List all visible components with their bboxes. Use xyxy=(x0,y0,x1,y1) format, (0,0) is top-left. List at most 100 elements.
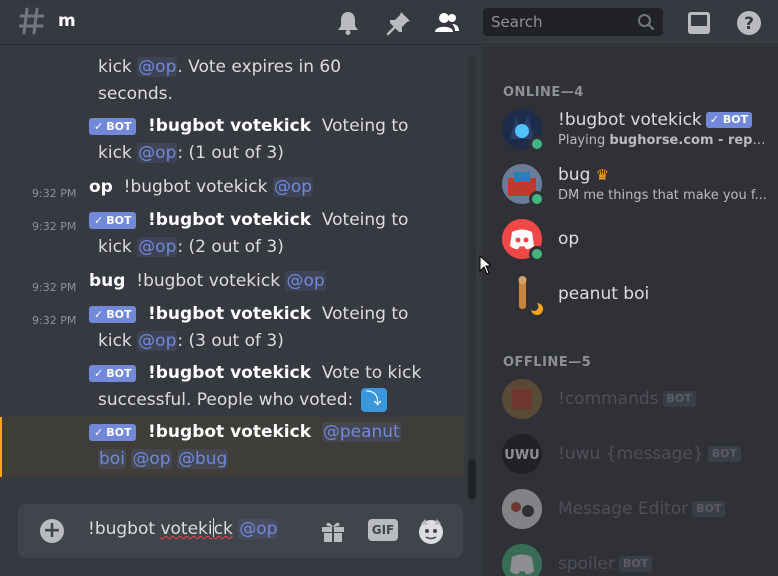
avatar: UWU xyxy=(502,434,542,474)
message-text: Voteing to xyxy=(321,210,409,230)
member-item-offline[interactable]: Message Editor BOT xyxy=(482,489,778,541)
arrow-down-emoji-icon[interactable]: ⤵ xyxy=(360,388,387,412)
message-text: kick @op: (1 out of 3) xyxy=(98,143,284,163)
message-author[interactable]: op xyxy=(89,177,113,197)
channel-hash-icon xyxy=(19,7,45,35)
pin-icon[interactable] xyxy=(386,10,412,36)
online-status-icon xyxy=(529,246,545,262)
bot-badge: BOT xyxy=(692,501,726,517)
online-status-icon xyxy=(529,191,545,207)
timestamp: 9:32 PM xyxy=(32,314,77,327)
message-list: kick @op. Vote expires in 60 seconds. ✓ B… xyxy=(0,46,468,491)
commands-avatar-image xyxy=(502,379,542,419)
member-item-offline[interactable]: UWU !uwu {message} BOT xyxy=(482,434,778,486)
message-input[interactable]: !bugbot votekick @op xyxy=(88,518,279,539)
member-item-offline[interactable]: spoiler BOT xyxy=(482,544,778,576)
upload-plus-button[interactable]: + xyxy=(40,519,64,543)
svg-text:UWU: UWU xyxy=(504,448,539,463)
member-item-offline[interactable]: !commands BOT xyxy=(482,379,778,431)
scrollbar-track[interactable] xyxy=(468,56,476,501)
timestamp: 9:32 PM xyxy=(32,281,77,294)
gift-icon[interactable] xyxy=(320,518,346,544)
member-name: spoiler BOT xyxy=(558,554,653,574)
verified-check-icon: ✓ xyxy=(94,426,104,439)
user-mention[interactable]: @op xyxy=(285,271,326,291)
message-text: Vote to kick xyxy=(321,363,422,383)
message-item: 9:32 PM ✓ BOT !bugbot votekick Voteing to… xyxy=(0,301,464,357)
inbox-icon[interactable] xyxy=(686,10,712,36)
channel-header: m ? xyxy=(0,0,778,45)
verified-check-icon: ✓ xyxy=(94,367,104,380)
message-text: boi @op @bug xyxy=(98,446,229,473)
bot-badge: ✓ BOT xyxy=(89,118,137,135)
message-author[interactable]: !bugbot votekick xyxy=(148,210,311,230)
discord-logo-icon xyxy=(502,544,542,576)
bot-badge: BOT xyxy=(618,556,653,572)
avatar xyxy=(502,544,542,576)
verified-check-icon: ✓ xyxy=(94,120,104,133)
user-mention[interactable]: @op xyxy=(272,177,314,197)
notification-bell-icon[interactable] xyxy=(335,10,361,36)
verified-check-icon: ✓ xyxy=(94,308,104,321)
bot-badge: BOT xyxy=(662,391,696,407)
message-composer[interactable]: + !bugbot votekick @op GIF xyxy=(18,504,463,558)
user-mention[interactable]: @op xyxy=(137,143,178,163)
search-box[interactable] xyxy=(483,8,663,36)
message-item: 9:32 PM bug !bugbot votekick @op xyxy=(0,268,464,296)
search-input[interactable] xyxy=(491,12,631,32)
member-name: Message Editor BOT xyxy=(558,499,726,519)
message-text: Voteing to xyxy=(321,116,409,136)
mouse-cursor-icon xyxy=(479,255,491,275)
message-author[interactable]: !bugbot votekick xyxy=(148,422,311,442)
user-mention[interactable]: @bug xyxy=(176,449,229,469)
member-activity: DM me things that make you f... xyxy=(558,188,767,203)
message-text: kick @op: (3 out of 3) xyxy=(98,331,284,351)
member-name: bug ♛ xyxy=(558,165,610,185)
message-author[interactable]: !bugbot votekick xyxy=(148,363,311,383)
timestamp: 9:32 PM xyxy=(32,187,77,200)
offline-group-title: OFFLINE—5 xyxy=(503,355,592,370)
message-item: 9:32 PM ✓ BOT !bugbot votekick Voteing to… xyxy=(0,207,464,263)
help-icon[interactable]: ? xyxy=(736,10,762,36)
crown-icon: ♛ xyxy=(595,166,610,184)
user-mention: @op xyxy=(238,519,279,539)
bot-badge: ✓ BOT xyxy=(89,306,137,323)
search-icon xyxy=(638,14,654,30)
member-list: ONLINE—4 !bugbot votekick ✓ BOT Playing b… xyxy=(482,46,778,576)
user-mention[interactable]: @peanut xyxy=(321,422,401,442)
message-item: ✓ BOT !bugbot votekick Voteing to kick @o… xyxy=(0,113,464,169)
online-group-title: ONLINE—4 xyxy=(503,85,584,100)
message-author[interactable]: !bugbot votekick xyxy=(148,304,311,324)
bot-badge: ✓ BOT xyxy=(89,424,137,441)
user-mention[interactable]: boi xyxy=(98,449,126,469)
scrollbar-thumb[interactable] xyxy=(468,459,476,499)
message-author[interactable]: !bugbot votekick xyxy=(148,116,311,136)
chat-area: kick @op. Vote expires in 60 seconds. ✓ B… xyxy=(0,46,482,576)
member-name: op xyxy=(558,229,580,249)
member-activity: Playing bughorse.com - report ... xyxy=(558,133,768,148)
user-mention[interactable]: @op xyxy=(137,331,178,351)
member-item[interactable]: peanut boi xyxy=(482,274,778,326)
svg-text:?: ? xyxy=(744,14,754,34)
bot-badge: ✓ BOT xyxy=(89,212,137,229)
user-mention[interactable]: @op xyxy=(131,449,172,469)
member-item[interactable]: bug ♛ DM me things that make you f... xyxy=(482,164,778,216)
message-text: !bugbot votekick xyxy=(123,177,268,197)
user-mention[interactable]: @op xyxy=(137,237,178,257)
verified-check-icon: ✓ xyxy=(94,214,104,227)
member-item[interactable]: !bugbot votekick ✓ BOT Playing bughorse.c… xyxy=(482,109,778,161)
message-item-highlighted: ✓ BOT !bugbot votekick @peanut boi @op @b… xyxy=(0,417,464,477)
online-status-icon xyxy=(529,136,545,152)
gif-button[interactable]: GIF xyxy=(368,519,398,541)
message-author[interactable]: bug xyxy=(89,271,125,291)
timestamp: 9:32 PM xyxy=(32,220,77,233)
member-item[interactable]: op xyxy=(482,219,778,271)
avatar xyxy=(502,274,545,317)
emoji-picker-icon[interactable] xyxy=(416,516,446,546)
member-name: !bugbot votekick ✓ BOT xyxy=(558,110,753,130)
user-mention[interactable]: @op xyxy=(137,57,178,77)
member-list-icon[interactable] xyxy=(434,10,460,36)
member-name: !uwu {message} BOT xyxy=(558,444,741,464)
message-text: !bugbot votekick xyxy=(136,271,281,291)
bot-badge: ✓ BOT xyxy=(705,112,753,128)
